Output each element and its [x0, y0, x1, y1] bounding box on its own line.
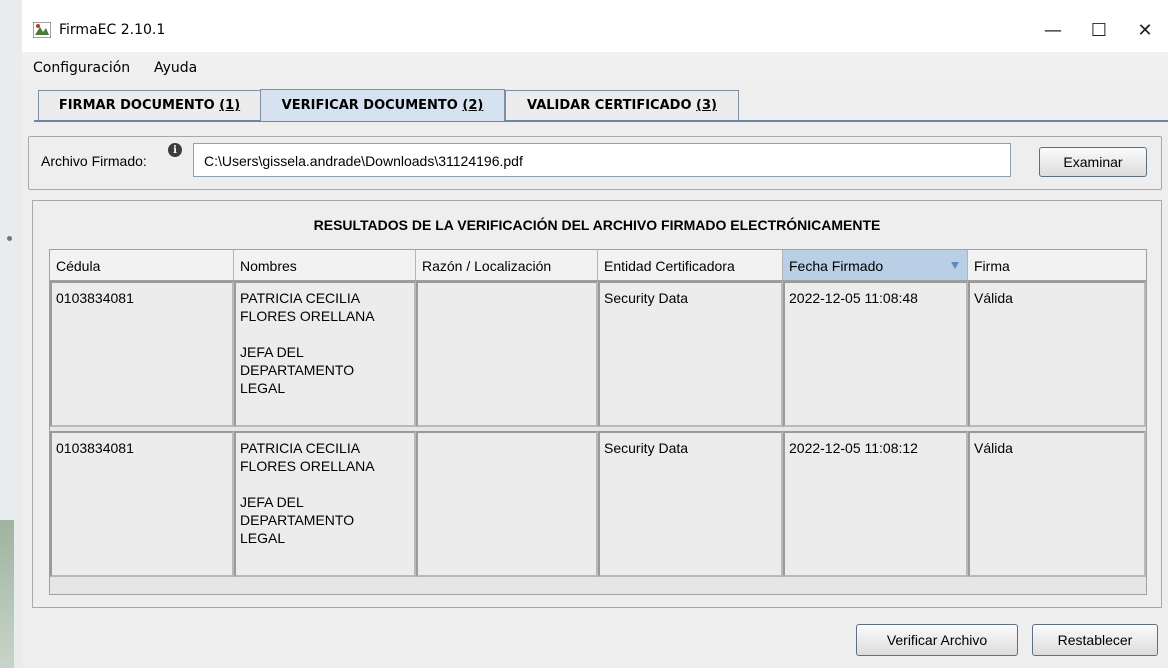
tab-label: VALIDAR CERTIFICADO [527, 98, 692, 113]
tab-underline [34, 120, 1168, 122]
cell-fecha: 2022-12-05 11:08:48 [783, 281, 968, 427]
tab-verificar-documento[interactable]: VERIFICAR DOCUMENTO (2) [260, 89, 505, 121]
app-window: FirmaEC 2.10.1 — ☐ ✕ Configuración Ayuda… [22, 0, 1168, 668]
results-title: RESULTADOS DE LA VERIFICACIÓN DEL ARCHIV… [313, 217, 881, 233]
file-label: Archivo Firmado: [41, 153, 147, 169]
title-bar: FirmaEC 2.10.1 — ☐ ✕ [22, 0, 1168, 52]
restablecer-button[interactable]: Restablecer [1032, 624, 1158, 656]
desktop-image-fragment [0, 520, 14, 668]
menu-ayuda[interactable]: Ayuda [154, 60, 197, 76]
close-icon[interactable]: ✕ [1122, 14, 1168, 46]
verificar-archivo-button[interactable]: Verificar Archivo [856, 624, 1018, 656]
table-row[interactable]: 0103834081 PATRICIA CECILIA FLORES ORELL… [50, 280, 1146, 430]
cell-fecha: 2022-12-05 11:08:12 [783, 431, 968, 577]
file-panel: Archivo Firmado: i C:\Users\gissela.andr… [28, 136, 1162, 190]
nombre-line: FLORES ORELLANA [240, 308, 375, 324]
minimize-icon[interactable]: — [1030, 14, 1076, 46]
column-header-fecha-label: Fecha Firmado [789, 258, 884, 274]
column-header-entidad[interactable]: Entidad Certificadora [598, 250, 783, 280]
sort-descending-icon [951, 262, 959, 269]
tab-validar-certificado[interactable]: VALIDAR CERTIFICADO (3) [505, 90, 739, 120]
desktop-background-strip [0, 0, 22, 668]
cargo-line: DEPARTAMENTO [240, 512, 355, 528]
window-title: FirmaEC 2.10.1 [59, 22, 166, 38]
tab-label: FIRMAR DOCUMENTO [58, 98, 215, 113]
tab-label: VERIFICAR DOCUMENTO [281, 98, 458, 113]
cargo-line: LEGAL [240, 530, 286, 546]
tab-firmar-documento[interactable]: FIRMAR DOCUMENTO (1) [38, 90, 261, 120]
cell-entidad: Security Data [598, 431, 783, 577]
column-header-nombres[interactable]: Nombres [234, 250, 416, 280]
table-header: Cédula Nombres Razón / Localización Enti… [50, 250, 1146, 281]
cargo-line: JEFA DEL [240, 344, 304, 360]
cargo-line: JEFA DEL [240, 494, 304, 510]
desktop-dot [7, 236, 12, 241]
cell-cedula: 0103834081 [50, 281, 234, 427]
cell-firma: Válida [968, 281, 1146, 427]
results-table: Cédula Nombres Razón / Localización Enti… [49, 249, 1147, 595]
results-panel: RESULTADOS DE LA VERIFICACIÓN DEL ARCHIV… [32, 200, 1162, 608]
tab-shortcut: (1) [219, 98, 241, 113]
column-header-cedula[interactable]: Cédula [50, 250, 234, 280]
column-header-razon[interactable]: Razón / Localización [416, 250, 598, 280]
tab-shortcut: (3) [696, 98, 717, 113]
menu-configuracion[interactable]: Configuración [33, 60, 130, 76]
nombre-line: PATRICIA CECILIA [240, 290, 361, 306]
column-header-firma[interactable]: Firma [968, 250, 1148, 280]
cell-razon [416, 281, 598, 427]
cargo-line: LEGAL [240, 380, 286, 396]
cell-firma: Válida [968, 431, 1146, 577]
cell-nombres: PATRICIA CECILIA FLORES ORELLANA JEFA DE… [234, 431, 416, 577]
file-path-input[interactable]: C:\Users\gissela.andrade\Downloads\31124… [193, 143, 1011, 177]
column-header-fecha[interactable]: Fecha Firmado [783, 250, 968, 280]
cell-razon [416, 431, 598, 577]
info-icon[interactable]: i [168, 143, 182, 157]
tab-shortcut: (2) [462, 98, 484, 113]
examinar-button[interactable]: Examinar [1039, 147, 1147, 177]
maximize-icon[interactable]: ☐ [1076, 14, 1122, 46]
cell-cedula: 0103834081 [50, 431, 234, 577]
cargo-line: DEPARTAMENTO [240, 362, 355, 378]
nombre-line: FLORES ORELLANA [240, 458, 375, 474]
cell-nombres: PATRICIA CECILIA FLORES ORELLANA JEFA DE… [234, 281, 416, 427]
cell-entidad: Security Data [598, 281, 783, 427]
app-logo-icon [33, 22, 51, 38]
menu-bar: Configuración Ayuda [22, 52, 1168, 80]
table-row[interactable]: 0103834081 PATRICIA CECILIA FLORES ORELL… [50, 430, 1146, 580]
nombre-line: PATRICIA CECILIA [240, 440, 361, 456]
